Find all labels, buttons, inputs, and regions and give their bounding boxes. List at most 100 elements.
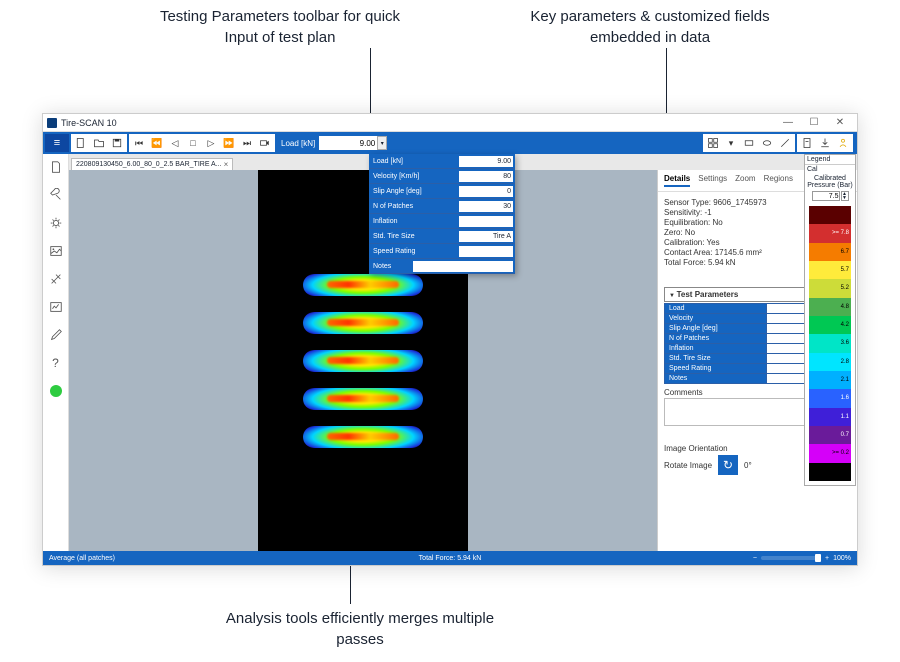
legend-segment: 4.8 — [809, 298, 851, 316]
new-button[interactable] — [73, 135, 89, 151]
dropdown-row: Notes — [369, 259, 515, 274]
titlebar: Tire-SCAN 10 — ☐ ✕ — [43, 114, 857, 132]
maximize-button[interactable]: ☐ — [801, 115, 827, 131]
dropdown-key: Load [kN] — [369, 158, 459, 165]
image-icon[interactable] — [47, 242, 65, 260]
tab-settings[interactable]: Settings — [698, 174, 727, 187]
zoom-out-icon[interactable]: − — [753, 555, 757, 562]
tab-regions[interactable]: Regions — [764, 174, 793, 187]
tab-zoom[interactable]: Zoom — [735, 174, 755, 187]
callout-params: Key parameters & customized fields embed… — [510, 6, 790, 48]
param-key: Notes — [665, 374, 767, 384]
hamburger-menu-button[interactable]: ≡ — [45, 134, 69, 152]
minimize-button[interactable]: — — [775, 115, 801, 131]
zoom-slider[interactable] — [761, 556, 821, 560]
save-button[interactable] — [109, 135, 125, 151]
legend-segment: 2.8 — [809, 353, 851, 371]
dropdown-row: Inflation — [369, 214, 515, 229]
dropdown-value-input[interactable]: 0 — [459, 186, 513, 197]
region-line-button[interactable] — [777, 135, 793, 151]
first-frame-button[interactable]: ⏮ — [131, 135, 147, 151]
next-fast-button[interactable]: ⏩ — [221, 135, 237, 151]
pressure-canvas[interactable] — [69, 170, 657, 551]
param-key: Std. Tire Size — [665, 354, 767, 364]
status-center: Total Force: 5.94 kN — [419, 555, 482, 562]
last-frame-button[interactable]: ⏭ — [239, 135, 255, 151]
record-button[interactable] — [257, 135, 273, 151]
help-icon[interactable]: ? — [47, 354, 65, 372]
legend-segment: 0.7 — [809, 426, 851, 444]
zoom-in-icon[interactable]: + — [825, 555, 829, 562]
window-title: Tire-SCAN 10 — [61, 118, 117, 128]
legend-tab-cal[interactable]: Cal — [805, 165, 855, 174]
export-button[interactable] — [817, 135, 833, 151]
legend-header: Legend — [805, 155, 855, 165]
legend-panel: Legend Cal Calibrated Pressure (Bar) ▲▼ … — [804, 154, 856, 486]
prev-button[interactable]: ◁ — [167, 135, 183, 151]
dropdown-key: Notes — [369, 263, 413, 270]
dropdown-key: N of Patches — [369, 203, 459, 210]
prev-fast-button[interactable]: ⏪ — [149, 135, 165, 151]
main-toolbar: ≡ ⏮ ⏪ ◁ □ ▷ ⏩ ⏭ Load [kN] ▾ ▾ — [43, 132, 857, 154]
pressure-patch — [303, 388, 423, 410]
dropdown-key: Velocity [Km/h] — [369, 173, 459, 180]
user-button[interactable] — [835, 135, 851, 151]
param-key: Load — [665, 304, 767, 314]
dropdown-row: N of Patches30 — [369, 199, 515, 214]
pressure-patch — [303, 426, 423, 448]
tab-close-icon[interactable]: × — [224, 160, 229, 169]
load-input[interactable] — [319, 136, 377, 150]
dropdown-value-input[interactable]: Tire A — [459, 231, 513, 242]
dropdown-value-input[interactable] — [413, 261, 513, 272]
tab-label: 220809130450_6.00_80_0_2.5 BAR_TIRE A... — [76, 161, 222, 168]
dropdown-key: Std. Tire Size — [369, 233, 459, 240]
legend-segment: >= 0.2 — [809, 444, 851, 462]
rotate-value: 0° — [744, 461, 752, 470]
app-icon — [47, 118, 57, 128]
region-ellipse-button[interactable] — [759, 135, 775, 151]
pencil-icon[interactable] — [47, 326, 65, 344]
dropdown-key: Speed Rating — [369, 248, 459, 255]
region-rect-button[interactable] — [741, 135, 757, 151]
grid-2d-button[interactable] — [705, 135, 721, 151]
tab-details[interactable]: Details — [664, 174, 690, 187]
calculator-button[interactable] — [799, 135, 815, 151]
dropdown-row: Speed Rating — [369, 244, 515, 259]
spinner-icon[interactable]: ▲▼ — [841, 191, 849, 201]
grid-dropdown-icon[interactable]: ▾ — [723, 135, 739, 151]
legend-segment: 2.1 — [809, 371, 851, 389]
open-button[interactable] — [91, 135, 107, 151]
app-window: Tire-SCAN 10 — ☐ ✕ ≡ ⏮ ⏪ ◁ □ ▷ ⏩ ⏭ Load … — [42, 113, 858, 566]
play-button[interactable]: ▷ — [203, 135, 219, 151]
dropdown-value-input[interactable]: 9.00 — [459, 156, 513, 167]
pressure-patch — [303, 350, 423, 372]
rotate-button[interactable]: ↻ — [718, 455, 738, 475]
load-param-field: Load [kN] ▾ — [277, 134, 387, 152]
document-icon[interactable] — [47, 158, 65, 176]
dropdown-value-input[interactable]: 30 — [459, 201, 513, 212]
tool-sidebar: ? — [43, 154, 69, 551]
dropdown-row: Slip Angle [deg]0 — [369, 184, 515, 199]
stop-button[interactable]: □ — [185, 135, 201, 151]
measure-icon[interactable] — [47, 270, 65, 288]
close-button[interactable]: ✕ — [827, 115, 853, 131]
graph-icon[interactable] — [47, 298, 65, 316]
dropdown-value-input[interactable] — [459, 246, 513, 257]
legend-segment: 4.2 — [809, 316, 851, 334]
param-key: Inflation — [665, 344, 767, 354]
gear-icon[interactable] — [47, 214, 65, 232]
legend-scale: >= 7.86.75.75.24.84.23.62.82.11.61.10.7>… — [809, 206, 851, 481]
zoom-value: 100% — [833, 555, 851, 562]
dropdown-value-input[interactable]: 80 — [459, 171, 513, 182]
wrench-icon[interactable] — [47, 186, 65, 204]
rotate-label: Rotate Image — [664, 461, 712, 470]
callout-toolbar: Testing Parameters toolbar for quick Inp… — [150, 6, 410, 48]
param-key: Velocity — [665, 314, 767, 324]
dropdown-value-input[interactable] — [459, 216, 513, 227]
document-tab[interactable]: 220809130450_6.00_80_0_2.5 BAR_TIRE A...… — [71, 158, 233, 170]
legend-segment: 1.1 — [809, 408, 851, 426]
legend-value-input[interactable] — [812, 191, 840, 201]
dropdown-row: Std. Tire SizeTire A — [369, 229, 515, 244]
load-dropdown-toggle[interactable]: ▾ — [377, 136, 387, 150]
dropdown-row: Velocity [Km/h]80 — [369, 169, 515, 184]
